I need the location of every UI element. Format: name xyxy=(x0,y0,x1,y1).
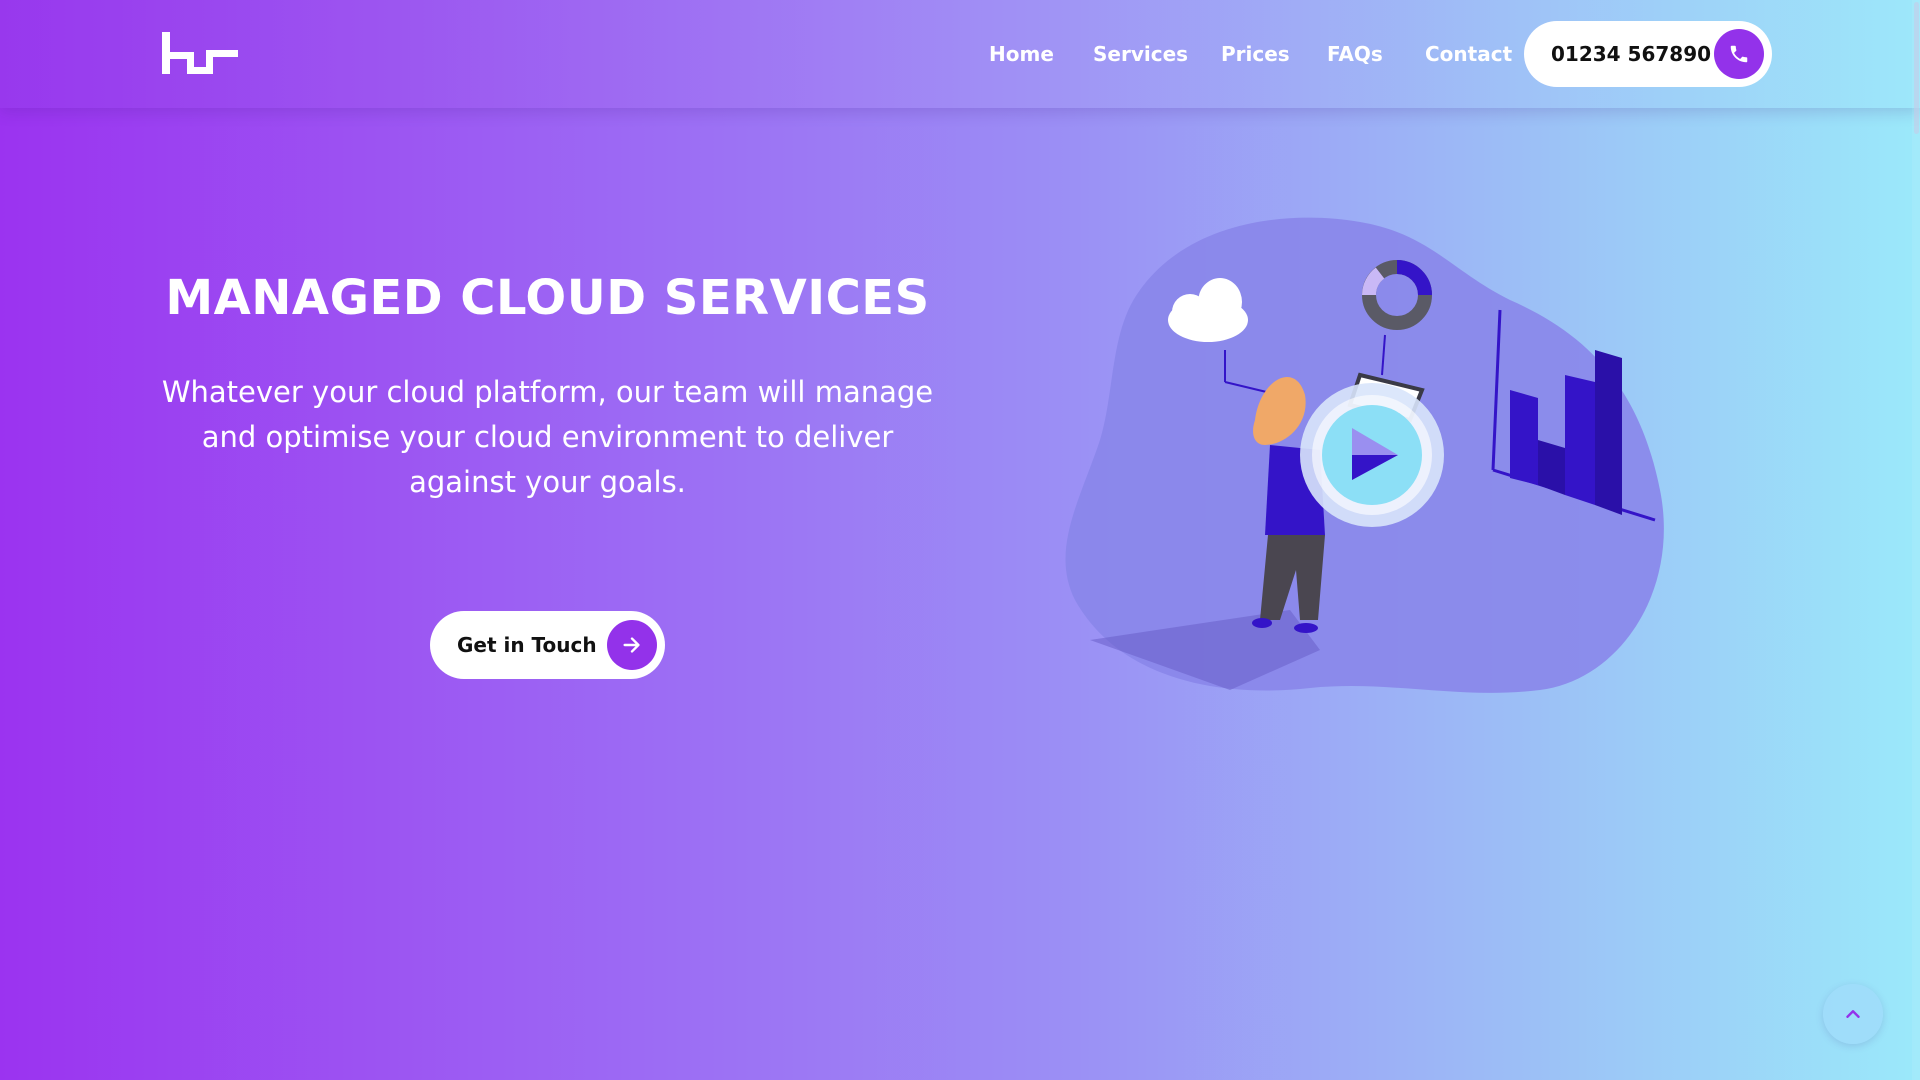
phone-number: 01234 567890 xyxy=(1551,42,1712,66)
nav-contact-link[interactable]: Contact xyxy=(1425,36,1512,72)
hero-description: Whatever your cloud platform, our team w… xyxy=(161,375,934,499)
play-icon xyxy=(1300,383,1444,527)
nav-prices-link[interactable]: Prices xyxy=(1221,36,1290,72)
arrow-right-icon xyxy=(607,620,657,670)
nav-faqs-link[interactable]: FAQs xyxy=(1327,36,1383,72)
hero-title: MANAGED CLOUD SERVICES xyxy=(165,270,930,326)
phone-button[interactable]: 01234 567890 xyxy=(1524,21,1772,87)
scrollbar-track[interactable] xyxy=(1912,0,1920,1080)
nav-home-link[interactable]: Home xyxy=(989,36,1054,72)
get-in-touch-label: Get in Touch xyxy=(457,633,597,657)
brand-logo-icon[interactable] xyxy=(160,30,240,76)
phone-icon xyxy=(1714,29,1764,79)
chevron-up-icon xyxy=(1846,1010,1860,1018)
get-in-touch-button[interactable]: Get in Touch xyxy=(430,611,665,679)
nav-services-link[interactable]: Services xyxy=(1093,36,1188,72)
hero-illustration xyxy=(1065,217,1664,693)
scroll-to-top-button[interactable] xyxy=(1823,984,1883,1044)
scrollbar-thumb[interactable] xyxy=(1914,2,1919,134)
site-header: Home Services Prices FAQs Contact 01234 … xyxy=(0,0,1920,108)
